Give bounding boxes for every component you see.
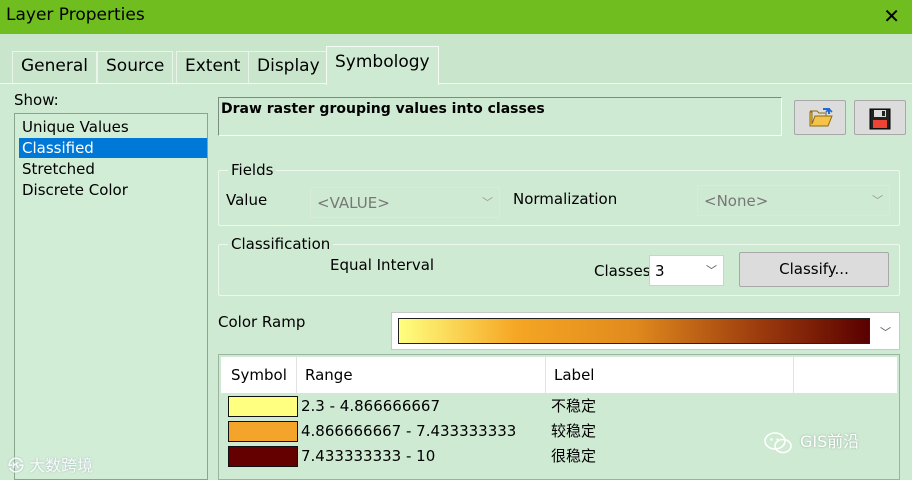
title-bar: Layer Properties ✕	[0, 0, 912, 34]
label-cell: 很稳定	[551, 447, 597, 465]
window-title: Layer Properties	[6, 5, 145, 25]
tab-general[interactable]: General	[12, 51, 97, 84]
column-header-label[interactable]: Label	[546, 357, 794, 393]
close-icon[interactable]: ✕	[883, 4, 900, 28]
value-field-select[interactable]: <VALUE> ﹀	[310, 187, 500, 218]
wechat-icon	[764, 431, 792, 453]
watermark-right: GIS前沿	[764, 428, 859, 455]
label-cell: 较稳定	[551, 422, 597, 440]
show-item-classified[interactable]: Classified	[19, 138, 207, 158]
chevron-down-icon: ﹀	[706, 264, 717, 277]
watermark-left: ㉿ 大数跨境	[8, 452, 93, 476]
open-button[interactable]	[794, 100, 846, 135]
range-cell: 4.866666667 - 7.433333333	[301, 422, 517, 440]
classes-label: Classes	[594, 262, 651, 280]
label-cell: 不稳定	[551, 397, 597, 415]
color-ramp-label: Color Ramp	[218, 313, 306, 331]
show-item-unique-values[interactable]: Unique Values	[19, 117, 207, 137]
symbol-table-header: Symbol Range Label	[221, 357, 897, 393]
classify-button[interactable]: Classify...	[739, 252, 889, 287]
show-label: Show:	[14, 91, 59, 109]
show-item-discrete-color[interactable]: Discrete Color	[19, 180, 207, 200]
color-ramp-select[interactable]: ﹀	[391, 312, 900, 350]
classification-method: Equal Interval	[330, 256, 435, 274]
show-list: Unique Values Classified Stretched Discr…	[14, 113, 208, 480]
range-cell: 7.433333333 - 10	[301, 447, 436, 465]
table-row[interactable]: 2.3 - 4.866666667 不稳定	[221, 396, 897, 421]
normalization-select[interactable]: <None> ﹀	[697, 185, 890, 216]
symbol-swatch[interactable]	[228, 446, 298, 467]
chevron-down-icon: ﹀	[880, 326, 891, 339]
watermark-left-logo-icon: ㉿	[8, 456, 30, 475]
symbol-swatch[interactable]	[228, 421, 298, 442]
show-item-stretched[interactable]: Stretched	[19, 159, 207, 179]
column-header-range[interactable]: Range	[297, 357, 546, 393]
normalization-label: Normalization	[513, 190, 618, 208]
column-header-symbol[interactable]: Symbol	[221, 357, 297, 393]
symbol-swatch[interactable]	[228, 396, 298, 417]
classification-group-title: Classification	[228, 235, 334, 253]
tab-extent[interactable]: Extent	[176, 51, 250, 84]
save-disk-icon	[869, 108, 891, 130]
range-cell: 2.3 - 4.866666667	[301, 397, 441, 415]
fields-group-title: Fields	[228, 161, 277, 179]
chevron-down-icon: ﹀	[482, 196, 493, 209]
tab-source[interactable]: Source	[97, 51, 174, 84]
watermark-right-text: GIS前沿	[800, 432, 860, 451]
classes-selected: 3	[655, 262, 665, 280]
value-label: Value	[226, 191, 268, 209]
save-button[interactable]	[854, 100, 906, 135]
chevron-down-icon: ﹀	[872, 194, 883, 207]
color-ramp-preview	[398, 318, 870, 344]
renderer-description: Draw raster grouping values into classes	[218, 97, 782, 136]
tab-strip: General Source Extent Display Symbology	[0, 34, 912, 85]
classes-select[interactable]: 3 ﹀	[649, 255, 724, 286]
open-folder-icon	[809, 108, 833, 127]
watermark-left-text: 大数跨境	[29, 456, 94, 475]
symbol-table: Symbol Range Label 2.3 - 4.866666667 不稳定…	[218, 354, 900, 480]
normalization-selected: <None>	[704, 192, 769, 210]
value-field-selected: <VALUE>	[317, 194, 390, 212]
tab-display[interactable]: Display	[248, 51, 329, 84]
tab-symbology[interactable]: Symbology	[326, 46, 439, 85]
